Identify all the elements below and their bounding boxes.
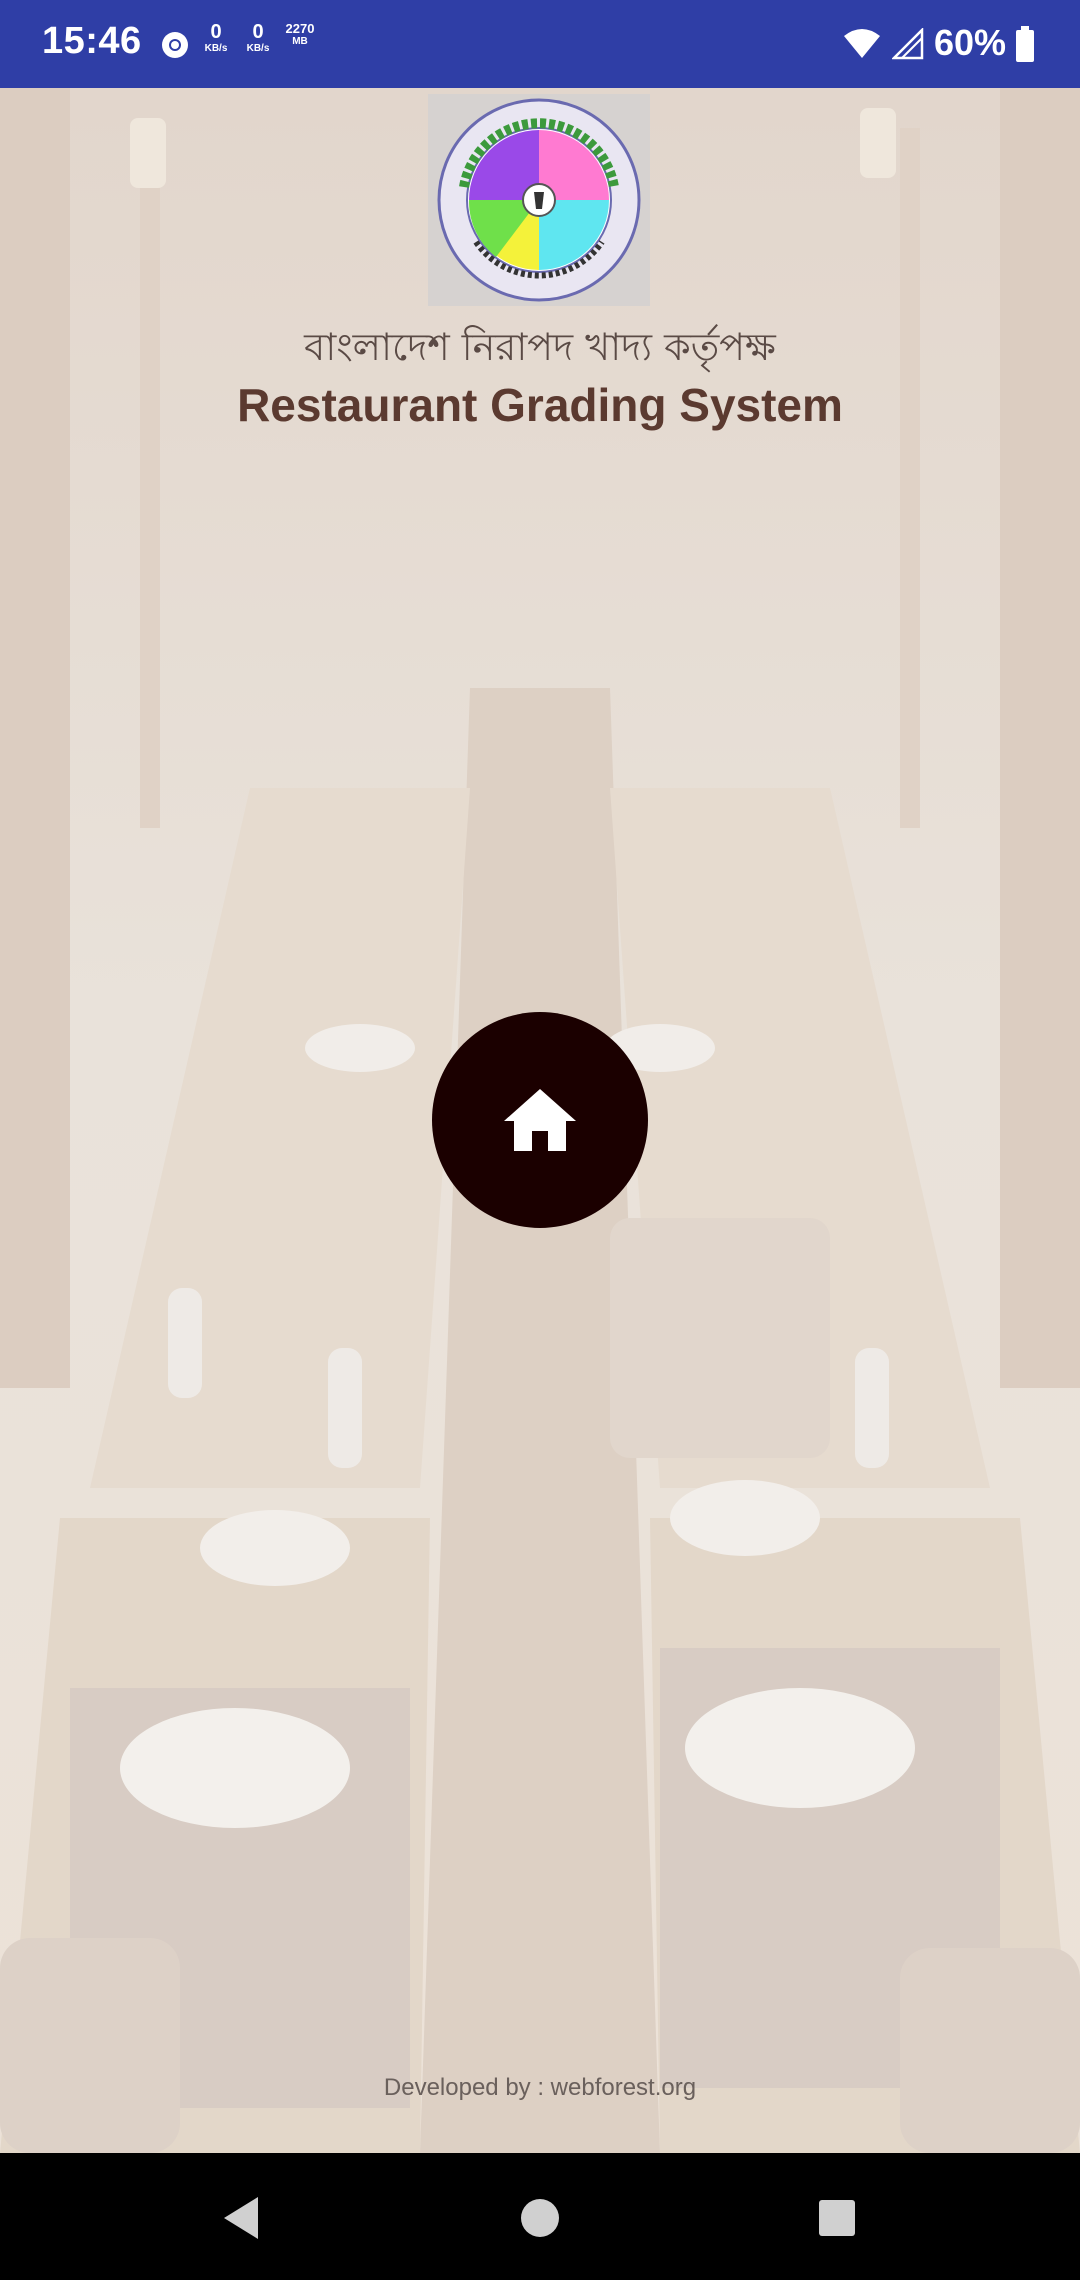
home-button[interactable] [432,1012,648,1228]
app-title: Restaurant Grading System [237,379,843,431]
net-down-indicator: 0 KB/s [238,22,278,54]
chrome-icon [162,32,188,58]
memory-unit: MB [292,36,308,47]
net-down-value: 0 [252,21,264,43]
net-up-indicator: 0 KB/s [196,22,236,54]
bfsa-logo [428,94,650,306]
net-down-unit: KB/s [246,43,270,54]
back-button[interactable] [206,2183,276,2253]
status-time: 15:46 [42,20,142,62]
home-nav-button[interactable] [505,2183,575,2253]
net-up-unit: KB/s [204,43,228,54]
developer-credit: Developed by : webforest.org [383,2074,697,2101]
authority-name-bangla: বাংলাদেশ নিরাপদ খাদ্য কর্তৃপক্ষ [304,325,776,369]
status-bar: 15:46 0 KB/s 0 KB/s 2270 MB 60% [0,0,1080,88]
system-navigation-bar [0,2153,1080,2280]
home-icon [504,1089,576,1151]
bfsa-seal-icon [437,98,641,302]
home-circle-icon [521,2199,559,2237]
battery-icon [1016,26,1034,62]
wifi-icon [844,29,880,58]
signal-icon [892,28,924,60]
recents-icon [819,2200,855,2236]
net-up-value: 0 [210,21,222,43]
back-icon [224,2197,258,2239]
memory-value: 2270 [285,21,315,36]
recents-button[interactable] [802,2183,872,2253]
battery-percent: 60% [934,22,1007,63]
memory-indicator: 2270 MB [280,22,320,47]
